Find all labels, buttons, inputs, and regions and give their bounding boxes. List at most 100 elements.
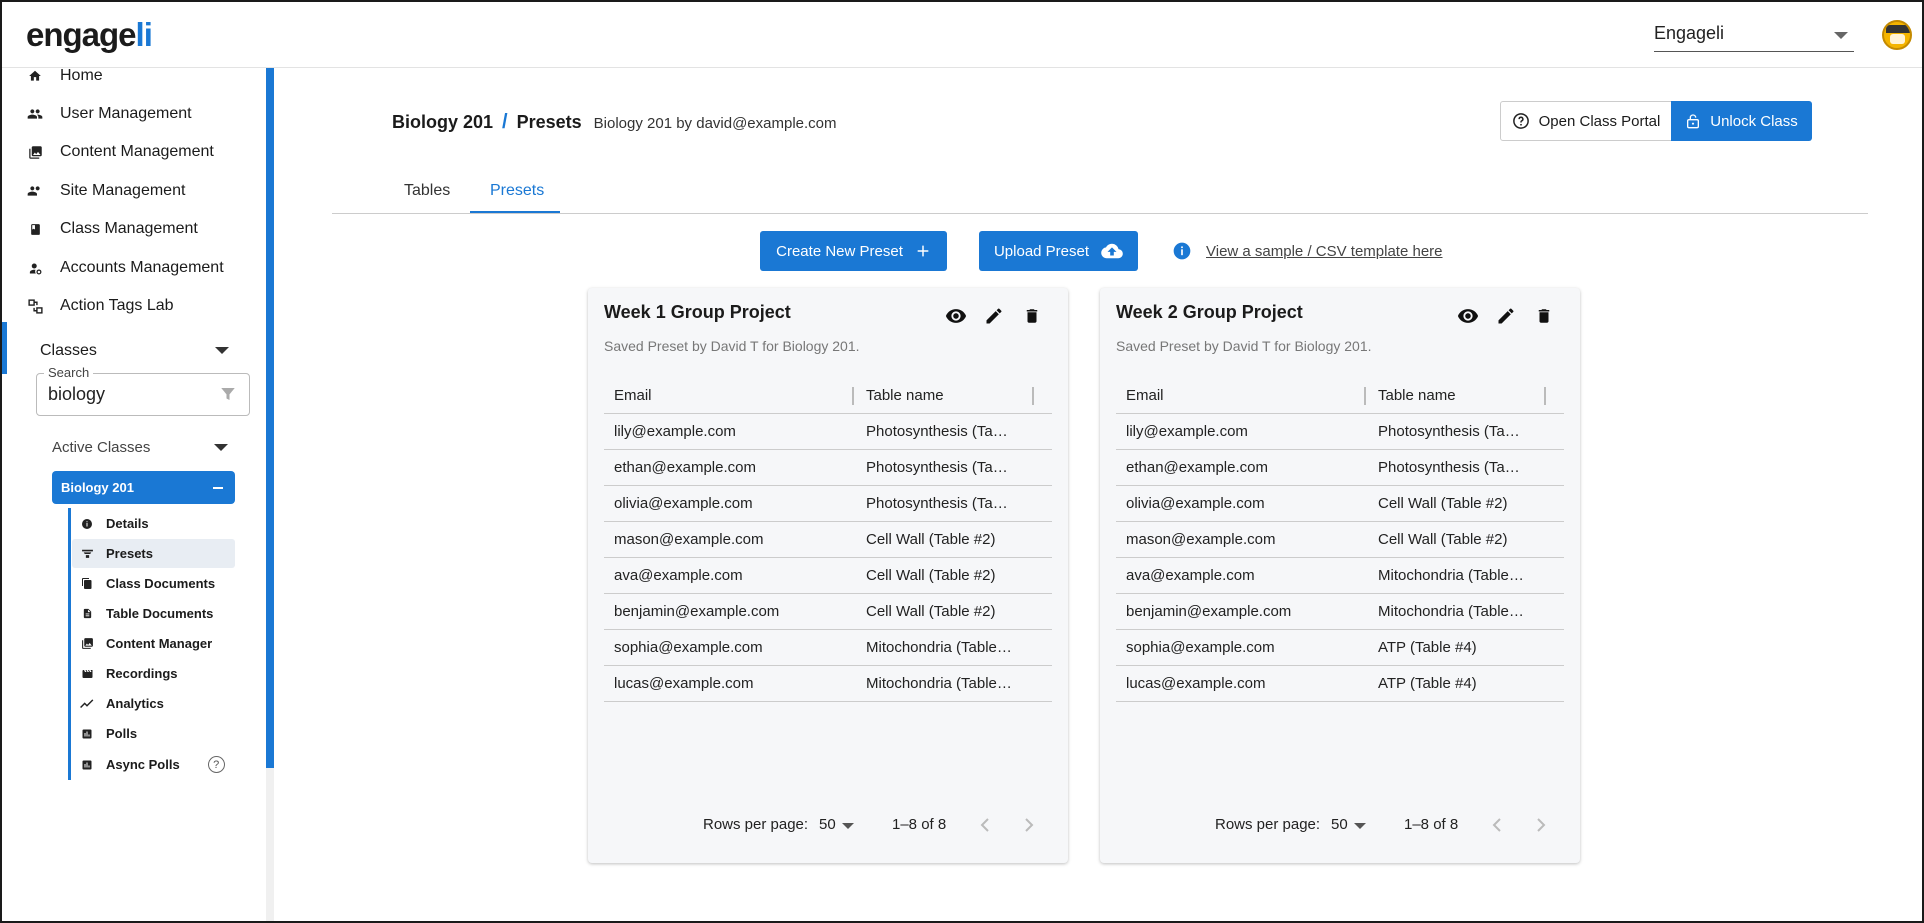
table-row: benjamin@example.com Cell Wall (Table #2): [604, 594, 1052, 630]
info-icon: [80, 517, 94, 531]
sidebar-item-content-management[interactable]: Content Management: [26, 137, 214, 167]
sidebar-scrollbar-thumb[interactable]: [266, 68, 274, 768]
breadcrumb: Biology 201 / Presets Biology 201 by dav…: [392, 111, 837, 134]
column-resize-handle[interactable]: [852, 387, 854, 405]
column-header-email[interactable]: Email: [604, 387, 854, 404]
view-icon[interactable]: [944, 304, 968, 328]
selected-class-item[interactable]: Biology 201: [52, 471, 235, 504]
view-icon[interactable]: [1456, 304, 1480, 328]
tab-tables[interactable]: Tables: [404, 182, 450, 200]
csv-template-link[interactable]: View a sample / CSV template here: [1172, 241, 1443, 261]
collapse-icon[interactable]: [213, 487, 223, 489]
recordings-icon: [80, 667, 94, 681]
column-resize-handle[interactable]: [1032, 387, 1034, 405]
subnav-item-table-documents[interactable]: Table Documents: [72, 599, 235, 628]
subnav-item-label: Presets: [106, 546, 153, 561]
table-row: lucas@example.com Mitochondria (Table #3): [604, 666, 1052, 702]
engageli-logo[interactable]: engageli: [26, 16, 153, 54]
unlock-class-label: Unlock Class: [1710, 112, 1798, 130]
chevron-down-icon[interactable]: [215, 347, 229, 354]
upload-preset-label: Upload Preset: [993, 242, 1090, 260]
class-search-input[interactable]: [48, 384, 208, 405]
email-cell: ava@example.com: [1126, 567, 1255, 584]
column-header-email[interactable]: Email: [1116, 387, 1366, 404]
breadcrumb-course[interactable]: Biology 201: [392, 112, 493, 133]
next-page-icon[interactable]: [1529, 813, 1553, 837]
sidebar-item-action-tags-lab[interactable]: Action Tags Lab: [26, 291, 174, 321]
create-new-preset-button[interactable]: Create New Preset: [760, 231, 947, 271]
table-row: mason@example.com Cell Wall (Table #2): [604, 522, 1052, 558]
subnav-item-content-manager[interactable]: Content Manager: [72, 629, 235, 658]
analytics-icon: [80, 697, 94, 711]
subnav-item-polls[interactable]: Polls: [72, 719, 235, 748]
subnav-item-class-documents[interactable]: Class Documents: [72, 569, 235, 598]
delete-icon[interactable]: [1532, 304, 1556, 328]
table-name-cell: Cell Wall (Table #2): [866, 603, 996, 620]
subnav-item-details[interactable]: Details: [72, 509, 235, 538]
help-icon[interactable]: ?: [207, 756, 225, 773]
help-icon: [1512, 112, 1530, 130]
selected-class-label: Biology 201: [61, 480, 134, 495]
preset-table: Email Table name lily@example.com Photosy…: [1116, 378, 1564, 702]
app-window: engageli Engageli Home User Management C…: [0, 0, 1924, 923]
subnav-item-analytics[interactable]: Analytics: [72, 689, 235, 718]
subnav-item-label: Async Polls: [106, 757, 180, 772]
preset-title: Week 1 Group Project: [604, 302, 791, 322]
sidebar-item-user-management[interactable]: User Management: [26, 99, 192, 129]
sidebar-item-label: Class Management: [60, 220, 198, 237]
table-row: sophia@example.com Mitochondria (Table #3…: [604, 630, 1052, 666]
table-row: ava@example.com Mitochondria (Table #3): [1116, 558, 1564, 594]
previous-page-icon[interactable]: [973, 813, 997, 837]
users-icon: [26, 105, 44, 123]
classes-section-toggle[interactable]: [2, 322, 242, 374]
subnav-item-label: Content Manager: [106, 636, 213, 651]
rows-per-page-select[interactable]: 50: [1331, 816, 1348, 833]
table-name-cell: Photosynthesis (Table #1): [866, 423, 1014, 440]
chevron-down-icon[interactable]: [214, 444, 228, 451]
rows-per-page-select[interactable]: 50: [819, 816, 836, 833]
sidebar-item-class-management[interactable]: Class Management: [26, 214, 198, 244]
csv-template-link-text[interactable]: View a sample / CSV template here: [1206, 243, 1443, 260]
previous-page-icon[interactable]: [1485, 813, 1509, 837]
email-cell: olivia@example.com: [614, 495, 753, 512]
tab-presets[interactable]: Presets: [490, 182, 544, 200]
column-resize-handle[interactable]: [1544, 387, 1546, 405]
chevron-down-icon[interactable]: [842, 823, 854, 829]
organization-select[interactable]: Engageli: [1654, 20, 1854, 52]
document-icon: [80, 607, 94, 621]
subnav-item-async-polls[interactable]: Async Polls ?: [72, 750, 235, 779]
open-class-portal-button[interactable]: Open Class Portal: [1500, 101, 1672, 141]
edit-icon[interactable]: [982, 304, 1006, 328]
next-page-icon[interactable]: [1017, 813, 1041, 837]
chevron-down-icon: [1834, 32, 1848, 39]
email-cell: lucas@example.com: [1126, 675, 1266, 692]
subnav-item-recordings[interactable]: Recordings: [72, 659, 235, 688]
subnav-item-label: Table Documents: [106, 606, 214, 621]
table-name-cell: Cell Wall (Table #2): [866, 531, 996, 548]
filter-icon[interactable]: [219, 385, 237, 408]
sidebar-item-accounts-management[interactable]: Accounts Management: [26, 253, 224, 283]
column-resize-handle[interactable]: [1364, 387, 1366, 405]
sidebar-item-site-management[interactable]: Site Management: [26, 176, 185, 206]
user-avatar[interactable]: [1882, 20, 1912, 50]
table-name-cell: Photosynthesis (Table #1): [1378, 459, 1526, 476]
column-header-table-name[interactable]: Table name: [854, 387, 1014, 404]
active-classes-label: Active Classes: [52, 439, 151, 456]
create-new-preset-label: Create New Preset: [776, 242, 903, 260]
top-bar: engageli Engageli: [2, 2, 1922, 68]
table-row: lily@example.com Photosynthesis (Table #1…: [604, 414, 1052, 450]
unlock-class-button[interactable]: Unlock Class: [1671, 101, 1812, 141]
search-field-label: Search: [44, 365, 94, 380]
tags-icon: [26, 297, 44, 315]
table-row: lucas@example.com ATP (Table #4): [1116, 666, 1564, 702]
sidebar-item-home[interactable]: Home: [26, 61, 103, 91]
column-header-table-name[interactable]: Table name: [1366, 387, 1526, 404]
upload-preset-button[interactable]: Upload Preset: [979, 231, 1138, 271]
chevron-down-icon[interactable]: [1354, 823, 1366, 829]
table-row: sophia@example.com ATP (Table #4): [1116, 630, 1564, 666]
delete-icon[interactable]: [1020, 304, 1044, 328]
email-cell: lucas@example.com: [614, 675, 754, 692]
subnav-item-presets[interactable]: Presets: [72, 539, 235, 568]
organization-select-value: Engageli: [1654, 23, 1725, 43]
edit-icon[interactable]: [1494, 304, 1518, 328]
